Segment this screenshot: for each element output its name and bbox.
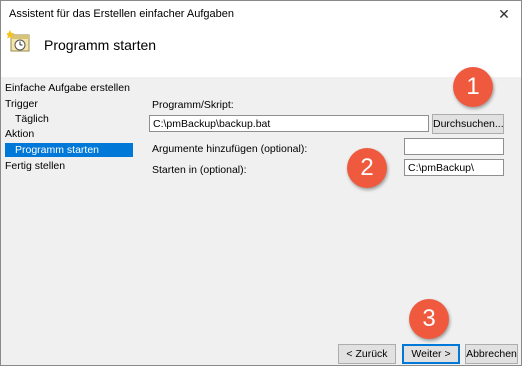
window-title: Assistent für das Erstellen einfacher Au… xyxy=(9,8,235,20)
start-in-input[interactable] xyxy=(404,159,504,176)
page-heading: Programm starten xyxy=(44,37,157,53)
browse-button[interactable]: Durchsuchen... xyxy=(432,114,504,134)
step-trigger[interactable]: Trigger xyxy=(5,97,38,111)
step-aktion[interactable]: Aktion xyxy=(5,127,34,141)
start-in-label: Starten in (optional): xyxy=(152,164,247,176)
step-einfache-aufgabe-erstellen[interactable]: Einfache Aufgabe erstellen xyxy=(5,81,130,95)
annotation-badge-2: 2 xyxy=(347,148,387,188)
wizard-window: Assistent für das Erstellen einfacher Au… xyxy=(0,0,522,366)
step-fertig-stellen[interactable]: Fertig stellen xyxy=(5,159,65,173)
next-button[interactable]: Weiter > xyxy=(402,344,460,364)
program-label: Programm/Skript: xyxy=(152,99,234,111)
step-taeglich[interactable]: Täglich xyxy=(15,112,49,126)
step-label: Täglich xyxy=(15,113,49,125)
wizard-header: Programm starten xyxy=(1,27,521,77)
title-bar: Assistent für das Erstellen einfacher Au… xyxy=(1,1,521,27)
annotation-badge-3: 3 xyxy=(409,299,449,339)
back-button[interactable]: < Zurück xyxy=(338,344,396,364)
annotation-badge-1: 1 xyxy=(453,67,493,107)
step-label: Fertig stellen xyxy=(5,160,66,172)
step-label: Aktion xyxy=(5,128,35,140)
program-script-input[interactable] xyxy=(149,115,429,132)
arguments-input[interactable] xyxy=(404,138,504,155)
step-label: Trigger xyxy=(5,98,38,110)
step-programm-starten[interactable]: Programm starten xyxy=(5,143,133,157)
step-label: Programm starten xyxy=(15,144,100,156)
close-button[interactable]: ✕ xyxy=(493,5,515,23)
arguments-label: Argumente hinzufügen (optional): xyxy=(152,143,308,155)
cancel-button[interactable]: Abbrechen xyxy=(465,344,518,364)
wizard-footer: < Zurück Weiter > Abbrechen xyxy=(1,337,521,365)
task-wizard-clock-icon xyxy=(7,30,30,52)
step-label: Einfache Aufgabe erstellen xyxy=(5,82,130,94)
